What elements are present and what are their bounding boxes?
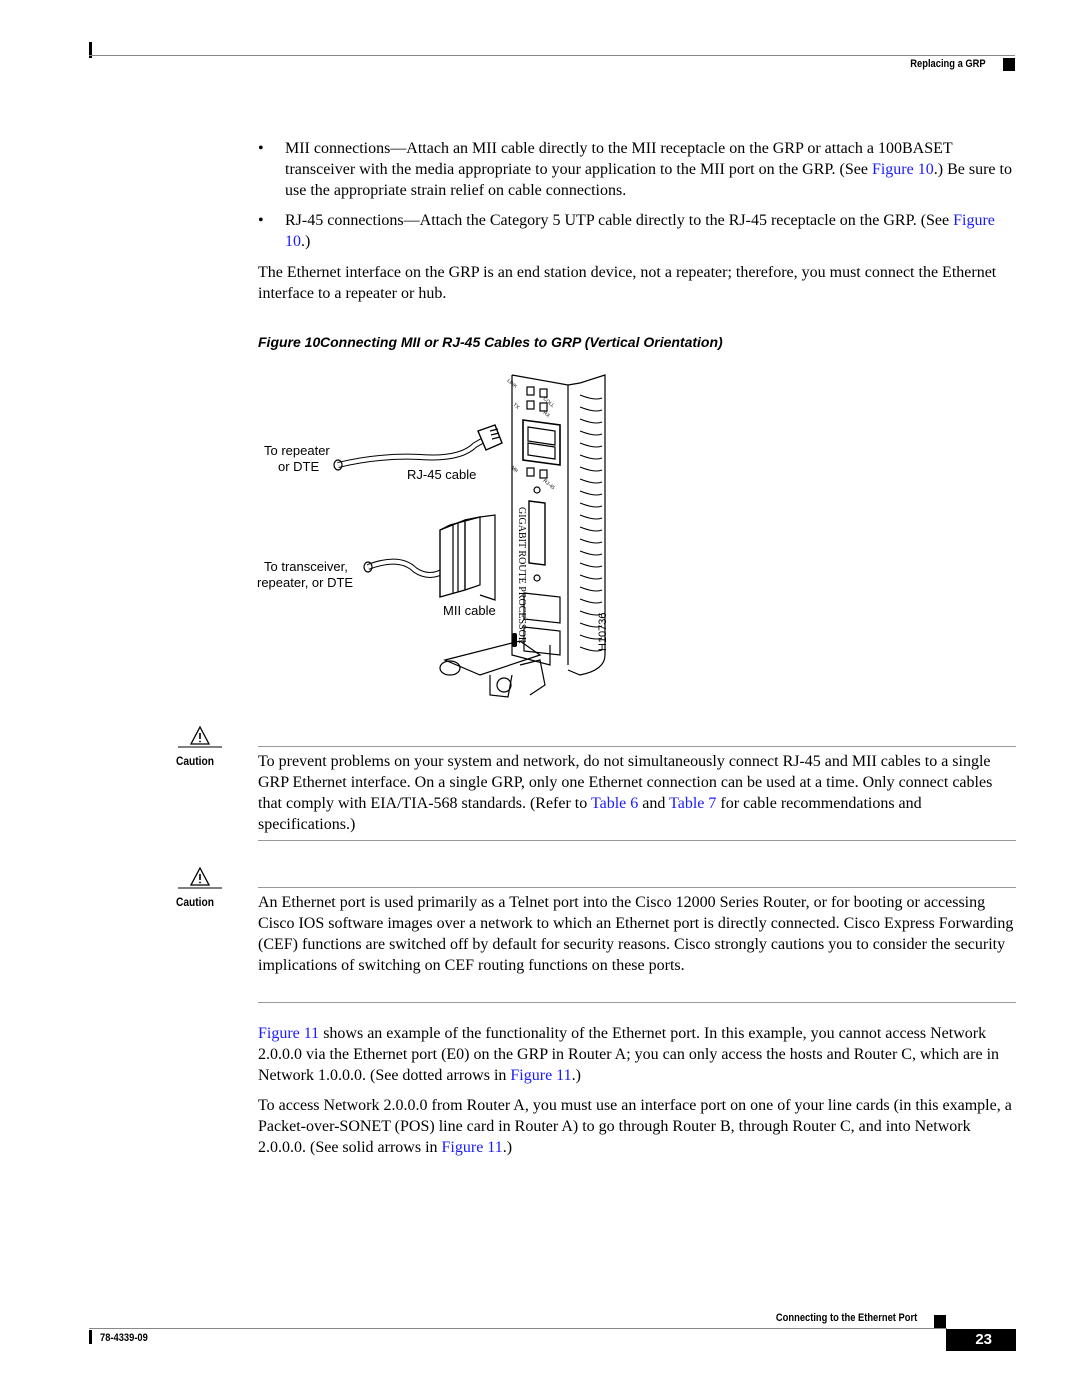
caution-warning-icon — [178, 725, 222, 748]
header-rule — [89, 55, 1015, 56]
text-run: .) — [502, 1139, 513, 1156]
label-mii-cable: MII cable — [443, 603, 496, 618]
caution-label: Caution — [176, 754, 214, 768]
paragraph-ethernet-end-station: The Ethernet interface on the GRP is an … — [258, 264, 997, 302]
cross-reference-link[interactable]: Table 7 — [669, 795, 716, 812]
caution-warning-icon — [178, 866, 222, 889]
text-run: .) — [571, 1067, 581, 1084]
caution-top-rule — [258, 887, 1016, 888]
label-to-transceiver: To transceiver, — [264, 559, 348, 574]
mii-receptacle — [528, 500, 546, 566]
text-run: MII connections—Attach an MII cable dire… — [285, 140, 953, 178]
label-to-repeater: To repeater — [264, 443, 330, 458]
header-section-title: Replacing a GRP — [910, 58, 986, 70]
header-marker-block — [1003, 58, 1015, 71]
page-number: 23 — [946, 1329, 1016, 1351]
caution-text-cables: To prevent problems on your system and n… — [258, 751, 1018, 835]
figure-title: Connecting MII or RJ-45 Cables to GRP (V… — [320, 334, 723, 350]
label-or-dte: or DTE — [278, 459, 320, 474]
grp-cable-diagram — [333, 374, 606, 698]
text-run: .) — [301, 233, 311, 250]
led-mii — [526, 467, 535, 477]
bullet-dot: • — [258, 212, 264, 229]
bullet-text: MII connections—Attach an MII cable dire… — [285, 138, 1020, 201]
led-link — [526, 386, 535, 396]
bullet-text: RJ-45 connections—Attach the Category 5 … — [285, 210, 1020, 252]
cross-reference-link[interactable]: Figure 11 — [442, 1139, 503, 1156]
cross-reference-link[interactable]: Figure 11 — [510, 1067, 571, 1084]
footer-doc-number: 78-4339-09 — [100, 1332, 148, 1344]
label-plate — [523, 626, 561, 656]
footer-rule — [89, 1328, 947, 1329]
footer-margin-tick — [89, 1330, 92, 1344]
label-plate — [523, 592, 561, 624]
text-run: An Ethernet port is used primarily as a … — [258, 894, 1014, 974]
led-tx — [526, 400, 535, 410]
label-rj45-cable: RJ-45 cable — [407, 467, 477, 482]
caution-bottom-rule — [258, 1002, 1016, 1003]
caution-bottom-rule — [258, 840, 1016, 841]
cross-reference-link[interactable]: Figure 11 — [258, 1025, 319, 1042]
caution-top-rule — [258, 746, 1016, 747]
figure-illustration: To repeater or DTE RJ-45 cable To transc… — [250, 365, 650, 715]
figure-caption: Figure 10Connecting MII or RJ-45 Cables … — [258, 334, 723, 350]
text-run: RJ-45 connections—Attach the Category 5 … — [285, 212, 954, 229]
footer-marker-block — [934, 1315, 946, 1328]
label-figure-id: H10736 — [597, 612, 609, 651]
cross-reference-link[interactable]: Table 6 — [591, 795, 638, 812]
label-repeater-or-dte: repeater, or DTE — [257, 575, 354, 590]
cross-reference-link[interactable]: Figure 10 — [872, 161, 934, 178]
caution-text-telnet: An Ethernet port is used primarily as a … — [258, 892, 1018, 976]
caution-label: Caution — [176, 895, 214, 909]
paragraph-access-network: To access Network 2.0.0.0 from Router A,… — [258, 1095, 1020, 1158]
footer-section-title: Connecting to the Ethernet Port — [775, 1312, 917, 1324]
figure-number: Figure 10 — [258, 334, 321, 350]
paragraph-figure11-example: Figure 11 shows an example of the functi… — [258, 1023, 1020, 1086]
bullet-dot: • — [258, 140, 264, 157]
card-top-edge — [511, 374, 569, 386]
text-run: and — [638, 795, 670, 812]
text-run: To access Network 2.0.0.0 from Router A,… — [258, 1097, 1012, 1156]
label-card-name: GIGABIT ROUTE PROCESSOR — [516, 507, 527, 644]
text-run: shows an example of the functionality of… — [258, 1025, 1000, 1084]
